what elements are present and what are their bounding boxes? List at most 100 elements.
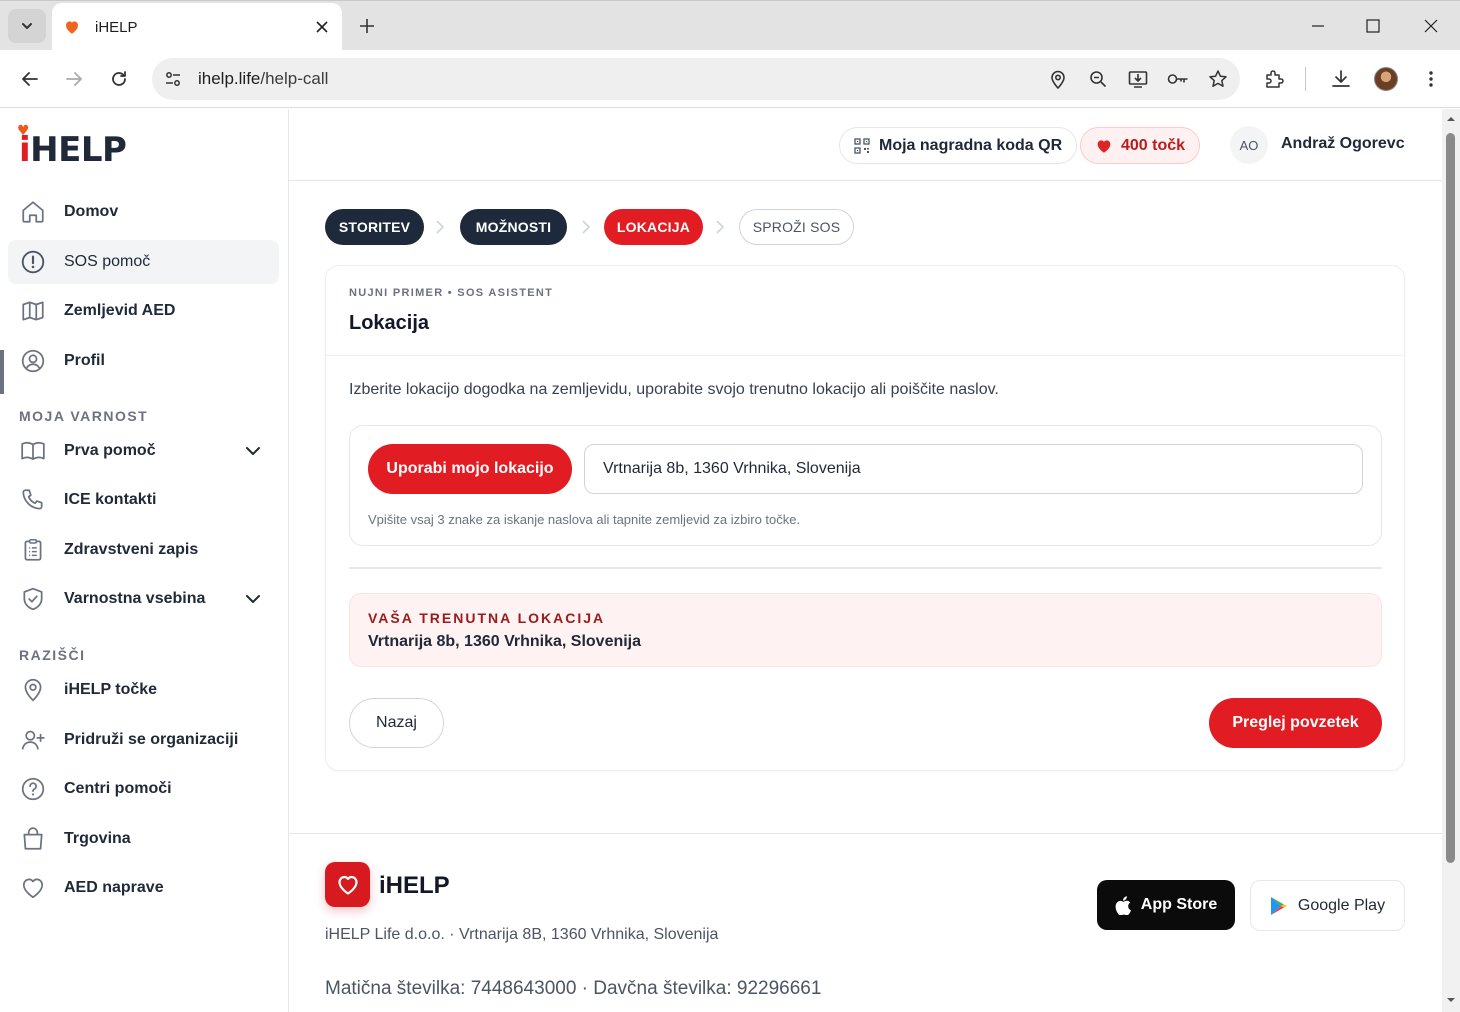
- heart-icon: [19, 874, 47, 902]
- footer-brand: iHELP: [379, 872, 450, 899]
- sidebar-item-aed-devices[interactable]: AED naprave: [8, 866, 279, 910]
- card-kicker: NUJNI PRIMER • SOS ASISTENT: [349, 287, 554, 299]
- new-tab-button[interactable]: [352, 11, 382, 41]
- main-content: Moja nagradna koda QR 400 točk AO Andraž…: [289, 109, 1442, 1012]
- extensions-button[interactable]: [1256, 61, 1292, 97]
- sidebar-item-label: Zdravstveni zapis: [64, 541, 199, 558]
- sidebar-item-label: Trgovina: [64, 830, 131, 847]
- more-vertical-icon: [1429, 71, 1433, 87]
- minimize-icon: [1312, 25, 1324, 27]
- map-pin-icon: [1051, 70, 1065, 89]
- close-icon: [1424, 19, 1438, 33]
- user-name[interactable]: Andraž Ogorevc: [1281, 135, 1405, 153]
- profile-button[interactable]: [1368, 61, 1404, 97]
- app-store-label: App Store: [1140, 896, 1218, 913]
- scroll-down-arrow-icon[interactable]: [1445, 994, 1457, 1006]
- chevron-right-icon: [712, 218, 728, 236]
- use-my-location-button[interactable]: Uporabi mojo lokacijo: [368, 444, 572, 494]
- downloads-button[interactable]: [1323, 61, 1359, 97]
- sidebar-item-label: Varnostna vsebina: [64, 590, 206, 607]
- sidebar-item-ihelp-points[interactable]: iHELP točke: [8, 668, 279, 712]
- page-scrollbar[interactable]: [1442, 109, 1460, 1012]
- step-service[interactable]: STORITEV: [325, 209, 424, 245]
- window-close-button[interactable]: [1408, 7, 1454, 45]
- sidebar-item-ice-contacts[interactable]: ICE kontakti: [8, 478, 279, 522]
- arrow-right-icon: [66, 72, 82, 86]
- install-app-button[interactable]: [1120, 61, 1156, 97]
- review-summary-button[interactable]: Preglej povzetek: [1209, 698, 1382, 748]
- sidebar-item-first-aid[interactable]: Prva pomoč: [8, 429, 279, 473]
- sidebar-item-label: Profil: [64, 352, 105, 369]
- points-badge[interactable]: 400 točk: [1080, 127, 1201, 164]
- sidebar-item-sos[interactable]: SOS pomoč: [8, 240, 279, 284]
- reward-qr-button[interactable]: Moja nagradna koda QR: [839, 127, 1078, 164]
- reward-qr-label: Moja nagradna koda QR: [879, 136, 1063, 154]
- sidebar-item-home[interactable]: Domov: [8, 190, 279, 234]
- sidebar-item-label: Centri pomoči: [64, 780, 172, 797]
- browser-menu-button[interactable]: [1413, 61, 1449, 97]
- back-button[interactable]: [12, 61, 48, 97]
- zoom-indicator[interactable]: [1080, 61, 1116, 97]
- sidebar: ♥ iHELP Domov SOS pomoč Zemljevid AED Pro…: [0, 109, 289, 1012]
- passwords-button[interactable]: [1160, 61, 1196, 97]
- shield-icon: [19, 585, 47, 613]
- address-bar[interactable]: ihelp.life/help-call: [152, 58, 1240, 100]
- footer-company-ids: Matična številka: 7448643000 · Davčna št…: [325, 978, 822, 999]
- tab-title: iHELP: [95, 18, 138, 36]
- chevron-right-icon: [578, 218, 594, 236]
- user-avatar[interactable]: AO: [1230, 126, 1268, 164]
- footer-logo[interactable]: [325, 862, 370, 907]
- chevron-down-icon[interactable]: [241, 587, 265, 611]
- app-logo[interactable]: ♥ iHELP: [17, 124, 127, 167]
- scroll-up-arrow-icon[interactable]: [1445, 113, 1457, 125]
- sidebar-item-label: AED naprave: [64, 879, 164, 896]
- bookmark-button[interactable]: [1200, 61, 1236, 97]
- app-store-button[interactable]: App Store: [1097, 880, 1235, 930]
- reload-button[interactable]: [101, 61, 137, 97]
- step-options[interactable]: MOŽNOSTI: [460, 209, 567, 245]
- address-search-input[interactable]: Vrtnarija 8b, 1360 Vrhnika, Slovenija: [584, 444, 1363, 494]
- google-play-button[interactable]: Google Play: [1250, 880, 1405, 931]
- top-header: Moja nagradna koda QR 400 točk AO Andraž…: [289, 109, 1442, 181]
- sidebar-item-label: iHELP točke: [64, 681, 158, 698]
- sidebar-item-health-record[interactable]: Zdravstveni zapis: [8, 528, 279, 572]
- location-indicator[interactable]: [1040, 61, 1076, 97]
- heart-favicon-icon: [66, 21, 78, 34]
- footer: iHELP iHELP Life d.o.o. · Vrtnarija 8B, …: [289, 833, 1442, 1012]
- tab-close-button[interactable]: [308, 13, 336, 41]
- tab-search-button[interactable]: [8, 9, 46, 43]
- book-icon: [19, 437, 47, 465]
- browser-toolbar: ihelp.life/help-call: [0, 50, 1460, 108]
- sidebar-item-label: Pridruži se organizaciji: [64, 731, 239, 748]
- maximize-icon: [1366, 19, 1380, 33]
- forward-button[interactable]: [56, 61, 92, 97]
- sidebar-item-join-organization[interactable]: Pridruži se organizaciji: [8, 718, 279, 762]
- browser-tab[interactable]: iHELP: [52, 3, 342, 51]
- site-info-button[interactable]: [158, 64, 188, 94]
- url-path: /help-call: [260, 69, 329, 88]
- download-icon: [1332, 70, 1350, 87]
- sidebar-item-label: Prva pomoč: [64, 442, 156, 459]
- step-trigger-sos[interactable]: SPROŽI SOS: [739, 209, 854, 245]
- user-circle-icon: [19, 347, 47, 375]
- url-host: ihelp.life: [198, 69, 261, 88]
- sidebar-item-shop[interactable]: Trgovina: [8, 817, 279, 861]
- sidebar-item-help-centers[interactable]: Centri pomoči: [8, 767, 279, 811]
- minimize-button[interactable]: [1295, 7, 1341, 45]
- star-icon: [1209, 70, 1227, 87]
- back-button[interactable]: Nazaj: [349, 698, 444, 748]
- sidebar-item-aed-map[interactable]: Zemljevid AED: [8, 289, 279, 333]
- map-icon: [19, 297, 47, 325]
- close-icon: [316, 21, 328, 33]
- chevron-down-icon[interactable]: [241, 439, 265, 463]
- current-location-panel: VAŠA TRENUTNA LOKACIJA Vrtnarija 8b, 136…: [349, 593, 1382, 667]
- maximize-button[interactable]: [1350, 7, 1396, 45]
- current-location-value: Vrtnarija 8b, 1360 Vrhnika, Slovenija: [368, 633, 642, 650]
- home-icon: [19, 198, 47, 226]
- sidebar-item-safety-content[interactable]: Varnostna vsebina: [8, 577, 279, 621]
- sidebar-item-profile[interactable]: Profil: [8, 339, 279, 383]
- step-location[interactable]: LOKACIJA: [604, 209, 703, 245]
- tune-icon: [166, 72, 180, 86]
- scrollbar-thumb[interactable]: [1446, 133, 1455, 863]
- google-play-icon: [1270, 896, 1287, 915]
